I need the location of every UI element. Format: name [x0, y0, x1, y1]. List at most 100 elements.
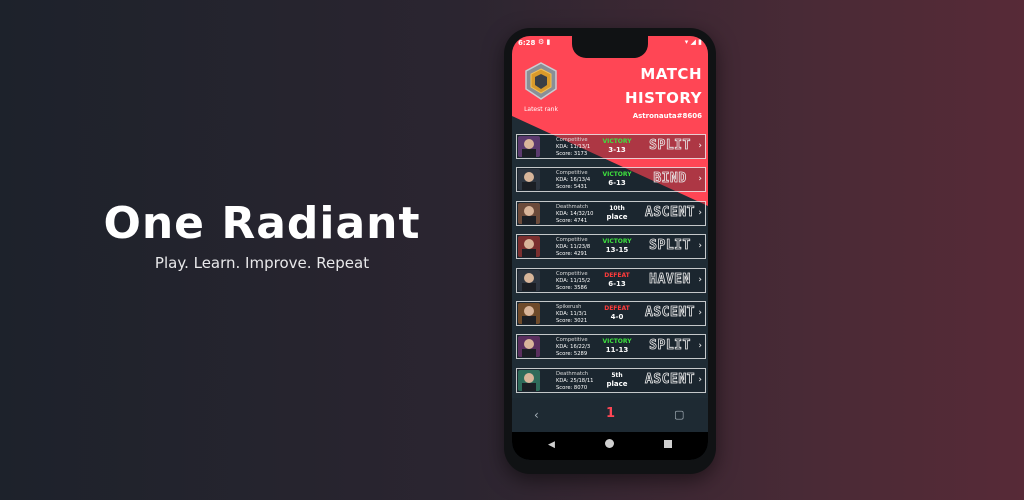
phone-frame: 6:28 ⚙ ▮ ▾ ◢ ▮ Latest rank MATCH HISTORY…: [504, 28, 716, 474]
match-row[interactable]: Competitive KDA: 16/22/3 Score: 5289 VIC…: [516, 334, 706, 360]
status-right-icons: ▾ ◢ ▮: [685, 38, 702, 46]
match-map: ASCENT: [645, 371, 695, 387]
match-round-score: 3-13: [608, 146, 626, 154]
chevron-right-icon: ›: [698, 274, 702, 285]
agent-avatar: [518, 236, 540, 258]
system-recents-icon[interactable]: [664, 440, 672, 448]
match-row[interactable]: Competitive KDA: 11/15/2 Score: 3586 DEF…: [516, 267, 706, 293]
match-outcome: 10th: [609, 204, 625, 212]
match-round-score: 11-13: [605, 346, 629, 355]
match-info: Competitive KDA: 11/23/8 Score: 4291: [556, 237, 590, 258]
match-info: Competitive KDA: 11/15/2 Score: 3586: [556, 271, 590, 292]
chevron-right-icon: ›: [698, 207, 702, 218]
match-map: ASCENT: [645, 304, 695, 321]
match-mode: Deathmatch: [556, 203, 589, 210]
match-row[interactable]: Spikerush KDA: 11/3/1 Score: 3021 DEFEAT…: [516, 300, 706, 326]
match-kda: KDA: 14/32/10: [556, 210, 594, 217]
match-row[interactable]: Deathmatch KDA: 25/18/11 Score: 8070 5th…: [516, 367, 706, 393]
match-round-score: 6-13: [608, 279, 626, 288]
match-round-score: 6-13: [608, 179, 626, 188]
page-title-line1: MATCH: [640, 65, 702, 83]
match-mode: Deathmatch: [556, 370, 589, 377]
brand-block: One Radiant Play. Learn. Improve. Repeat: [92, 196, 432, 272]
match-row[interactable]: Competitive KDA: 11/23/8 Score: 4291 VIC…: [516, 234, 706, 260]
match-result: DEFEAT 6-13: [597, 272, 637, 288]
match-kda: KDA: 11/23/8: [556, 244, 591, 251]
match-mode: Competitive: [556, 337, 588, 344]
agent-avatar: [518, 302, 540, 324]
match-round-score: 13-15: [605, 246, 629, 255]
system-nav-bar: ◀: [512, 432, 708, 460]
system-back-icon[interactable]: ◀: [548, 440, 555, 450]
match-kda: KDA: 16/22/3: [556, 344, 591, 351]
match-round-score: place: [606, 212, 628, 221]
match-row[interactable]: Competitive KDA: 16/13/4 Score: 5431 VIC…: [516, 167, 706, 193]
status-time: 6:28: [518, 39, 536, 47]
match-info: Competitive KDA: 11/13/1 Score: 3173: [556, 137, 590, 158]
match-kda: KDA: 11/13/1: [556, 144, 591, 150]
chevron-left-icon[interactable]: ‹: [534, 408, 539, 422]
signal-icon: ◢: [690, 38, 696, 46]
match-result: VICTORY 3-13: [597, 138, 637, 154]
match-outcome: 5th: [611, 371, 623, 379]
match-score: Score: 3021: [556, 317, 588, 324]
agent-avatar: [518, 269, 540, 291]
wifi-icon: ▾: [684, 38, 689, 46]
sim-icon: ▮: [546, 38, 551, 46]
match-mode: Competitive: [556, 170, 588, 177]
match-row[interactable]: Deathmatch KDA: 14/32/10 Score: 4741 10t…: [516, 200, 706, 226]
match-row[interactable]: Competitive KDA: 11/13/1 Score: 3173 VIC…: [516, 134, 706, 159]
match-score: Score: 3586: [556, 284, 588, 291]
match-score: Score: 5289: [556, 351, 588, 358]
page-title-line2: HISTORY: [624, 89, 702, 107]
bottom-nav: ‹ 1 ▢: [512, 398, 708, 432]
app-logo-icon[interactable]: 1: [606, 406, 615, 421]
match-score: Score: 3173: [556, 151, 588, 157]
rank-badge-icon: [525, 62, 557, 100]
system-home-icon[interactable]: [605, 439, 614, 448]
chevron-right-icon: ›: [698, 174, 702, 185]
agent-avatar: [518, 136, 540, 157]
status-bar: 6:28 ⚙ ▮ ▾ ◢ ▮: [512, 36, 708, 50]
match-round-score: place: [606, 379, 628, 388]
match-outcome: VICTORY: [602, 138, 632, 145]
match-outcome: VICTORY: [602, 171, 632, 179]
agent-avatar: [518, 202, 540, 224]
page-header: MATCH HISTORY Astronauta#8606: [625, 62, 702, 120]
chat-icon[interactable]: ▢: [674, 408, 684, 421]
match-kda: KDA: 11/15/2: [556, 277, 591, 284]
chevron-right-icon: ›: [698, 341, 702, 352]
chevron-right-icon: ›: [698, 241, 702, 252]
match-result: 10th place: [597, 205, 637, 221]
phone-screen: 6:28 ⚙ ▮ ▾ ◢ ▮ Latest rank MATCH HISTORY…: [512, 36, 708, 460]
match-info: Competitive KDA: 16/13/4 Score: 5431: [556, 170, 590, 191]
match-mode: Competitive: [556, 237, 588, 244]
match-result: DEFEAT 4-0: [597, 305, 637, 321]
match-result: 5th place: [597, 372, 637, 388]
rank-label: Latest rank: [524, 106, 558, 113]
match-info: Deathmatch KDA: 14/32/10 Score: 4741: [556, 204, 593, 225]
match-outcome: DEFEAT: [604, 304, 630, 312]
chevron-right-icon: ›: [698, 141, 702, 151]
match-map: ASCENT: [645, 204, 695, 220]
match-score: Score: 8070: [556, 384, 588, 391]
match-list: Competitive KDA: 11/13/1 Score: 3173 VIC…: [516, 134, 706, 401]
match-mode: Spikerush: [556, 303, 582, 310]
chevron-right-icon: ›: [698, 307, 702, 318]
match-map: BIND: [653, 171, 687, 187]
match-kda: KDA: 11/3/1: [556, 310, 587, 317]
match-kda: KDA: 25/18/11: [556, 377, 594, 384]
match-kda: KDA: 16/13/4: [556, 177, 591, 184]
match-outcome: VICTORY: [602, 238, 632, 246]
match-result: VICTORY 6-13: [597, 171, 637, 187]
settings-icon: ⚙: [538, 38, 545, 46]
match-mode: Competitive: [556, 137, 588, 143]
brand-title: One Radiant: [103, 198, 421, 249]
match-map: SPLIT: [649, 338, 691, 354]
match-round-score: 4-0: [610, 312, 624, 321]
agent-avatar: [518, 169, 540, 191]
battery-icon: ▮: [698, 38, 702, 46]
match-outcome: DEFEAT: [604, 271, 630, 279]
username: Astronauta#8606: [632, 112, 702, 120]
latest-rank[interactable]: Latest rank: [518, 62, 564, 113]
